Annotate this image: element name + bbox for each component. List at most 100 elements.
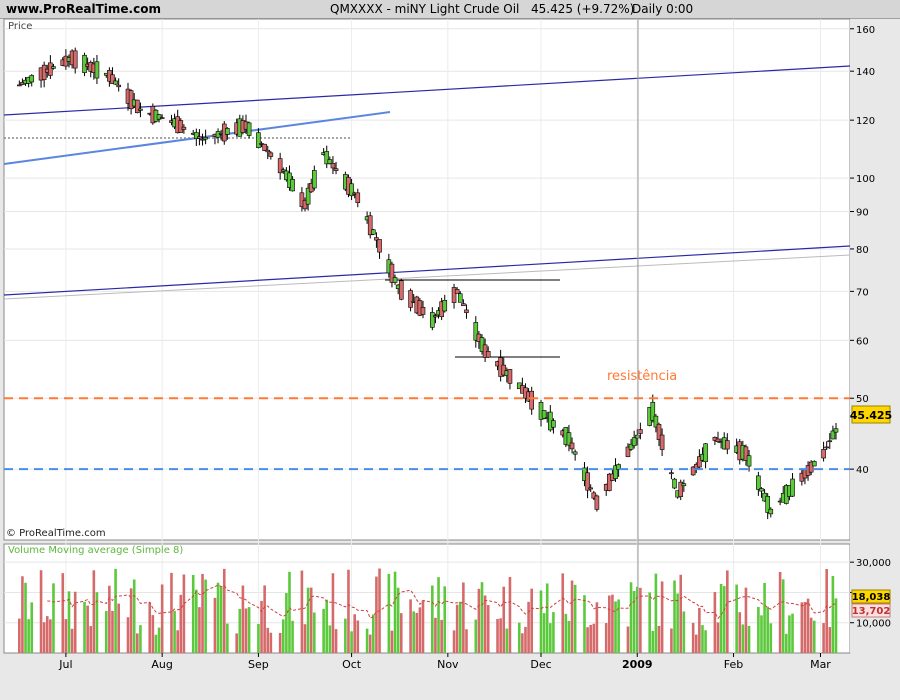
volume-bar-up (831, 575, 835, 653)
candle-up (756, 475, 761, 490)
candle-up (703, 443, 708, 463)
volume-bar-down (170, 572, 173, 653)
volume-bar-down (179, 594, 183, 653)
time-tick-label: Jul (58, 658, 72, 671)
volume-bar-down (70, 628, 74, 653)
volume-bar-down (660, 581, 664, 653)
volume-bar-up (328, 625, 332, 653)
volume-bar-down (111, 610, 114, 653)
volume-bar-down (496, 618, 499, 653)
volume-bar-down (589, 624, 592, 653)
volume-bar-down (278, 632, 282, 653)
volume-bar-down (21, 576, 24, 653)
volume-bar-up (632, 590, 636, 653)
volume-bar-up (788, 615, 791, 653)
volume-bar-up (741, 624, 745, 653)
candle-down (433, 315, 438, 318)
volume-bar-down (260, 600, 263, 653)
volume-bar-down (778, 572, 782, 653)
volume-bar-up (648, 592, 651, 653)
candle-up (833, 428, 839, 433)
volume-bar-up (763, 582, 766, 653)
volume-bar-down (809, 617, 813, 653)
volume-bar-up (226, 623, 229, 653)
candle-down (507, 369, 513, 384)
volume-bar-up (412, 611, 415, 653)
volume-bar-up (651, 630, 655, 653)
volume-bar-down (608, 595, 611, 653)
volume-bar-up (545, 583, 549, 653)
volume-bar-up (701, 625, 704, 653)
volume-bar-down (399, 613, 403, 653)
volume-bar-up (219, 586, 223, 653)
volume-bar-up (443, 586, 447, 653)
volume-bar-down (409, 599, 412, 653)
candle-down (197, 136, 202, 139)
volume-bar-up (480, 582, 484, 653)
candle-up (225, 128, 230, 135)
volume-bar-up (322, 608, 325, 653)
volume-bar-up (747, 625, 751, 653)
volume-bar-up (27, 619, 30, 653)
volume-bar-up (722, 586, 726, 653)
volume-bar-up (285, 593, 288, 653)
price-tick-label: 120 (856, 116, 875, 127)
volume-bar-down (39, 570, 43, 653)
volume-bar-up (791, 613, 794, 653)
volume-badge-text: 18,038 (852, 592, 891, 603)
volume-bar-down (521, 633, 524, 653)
volume-bar-up (132, 579, 136, 653)
volume-bar-up (154, 634, 158, 653)
volume-bar-down (611, 594, 614, 653)
volume-bar-down (415, 612, 419, 653)
resistance-label: resistência (607, 369, 677, 384)
price-tick-label: 80 (856, 245, 869, 256)
volume-bar-down (694, 634, 698, 653)
volume-bar-down (530, 588, 533, 653)
volume-bar-up (757, 606, 760, 653)
candle-down (420, 306, 426, 315)
candle-up (256, 132, 261, 148)
chart-svg: Price © ProRealTime.com resistência Volu… (3, 18, 900, 671)
candle-up (442, 300, 448, 312)
volume-bar-down (803, 601, 807, 653)
time-tick-label: Nov (437, 658, 459, 671)
volume-label: Volume Moving average (Simple 8) (8, 545, 183, 556)
candle-up (572, 451, 578, 455)
volume-bar-up (52, 583, 55, 653)
volume-bar-up (517, 622, 521, 653)
volume-bar-up (542, 613, 546, 653)
volume-bar-down (483, 595, 487, 653)
volume-bar-up (654, 573, 658, 653)
volume-tick-label: 30,000 (856, 558, 891, 569)
time-tick-label: Feb (724, 658, 743, 671)
candle-down (333, 168, 339, 171)
candle-down (485, 351, 491, 358)
volume-bar-down (570, 580, 574, 653)
volume-bar-down (368, 634, 372, 653)
volume-bar-up (372, 614, 375, 653)
volume-bar-down (508, 576, 512, 653)
volume-bar-up (216, 582, 220, 653)
volume-bar-up (704, 630, 707, 653)
time-tick-label: 2009 (622, 658, 653, 671)
volume-bar-down (639, 587, 642, 653)
candle-up (672, 478, 677, 489)
price-tick-label: 40 (856, 465, 869, 476)
candle-up (430, 312, 435, 328)
volume-bar-down (421, 600, 425, 653)
volume-bar-up (781, 579, 785, 653)
volume-bar-down (716, 622, 720, 653)
volume-bar-down (691, 622, 695, 653)
volume-bar-down (698, 607, 701, 653)
volume-bar-up (549, 623, 552, 653)
candle-down (659, 434, 665, 450)
volume-bar-down (455, 604, 459, 653)
candle-down (17, 84, 22, 87)
volume-bar-down (222, 568, 226, 653)
volume-bar-up (539, 590, 543, 653)
volume-bar-down (726, 570, 729, 653)
volume-bar-down (353, 614, 356, 653)
volume-bar-up (617, 599, 620, 653)
candle-up (371, 229, 376, 235)
